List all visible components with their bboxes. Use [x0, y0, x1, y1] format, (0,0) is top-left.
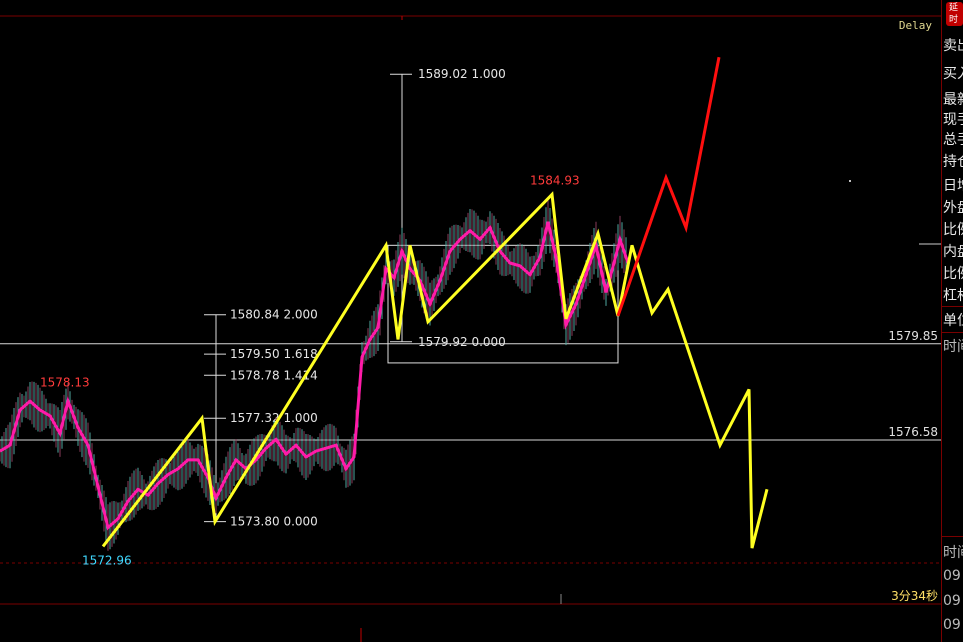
- side-panel-row: 持仓: [943, 154, 963, 170]
- price-line-label: 1579.85: [888, 329, 938, 343]
- series-line-2: [616, 56, 721, 317]
- dot-marker: [849, 180, 851, 182]
- price-line-label: 1576.58: [888, 425, 938, 439]
- side-panel-row: 09: [943, 593, 961, 609]
- side-panel-row: 卖出: [943, 38, 963, 54]
- side-panel-row: 最新: [943, 92, 963, 108]
- price-annotation: 1584.93: [530, 173, 580, 187]
- side-panel-row: 比例: [943, 266, 963, 282]
- side-panel-row: 日增: [943, 178, 963, 194]
- side-panel-divider: [942, 332, 963, 333]
- series-layer: [0, 56, 769, 551]
- side-panel-row: 09: [943, 568, 961, 584]
- side-panel-row: 时间: [943, 545, 963, 561]
- side-panel-row: 时间: [943, 339, 963, 355]
- side-panel-divider: [942, 536, 963, 537]
- delay-badge: 延时: [946, 2, 963, 26]
- side-panel-row: 买入: [943, 66, 963, 82]
- price-annotation: 1572.96: [82, 553, 132, 567]
- price-chart: 1579.85 1576.58 1580.84 2.000 1579.50 1.61…: [0, 15, 941, 642]
- fib-right-label: 1589.02 1.000: [418, 67, 506, 81]
- fib-left-label: 1573.80 0.000: [230, 515, 318, 529]
- fib-left-label: 1579.50 1.618: [230, 347, 318, 361]
- side-panel-row: 外盘: [943, 200, 963, 216]
- timer-label: 3分34秒: [891, 589, 938, 603]
- side-panel-row: 现手: [943, 112, 963, 128]
- side-panel-row: 内盘: [943, 244, 963, 260]
- price-annotation: 1578.13: [40, 375, 90, 389]
- fib-right-label: 1579.92 0.000: [418, 335, 506, 349]
- side-panel-row: 总手: [943, 132, 963, 148]
- series-line-1: [101, 191, 769, 549]
- delay-label: Delay: [899, 19, 932, 32]
- side-panel-row: 比例: [943, 222, 963, 238]
- side-panel-divider: [942, 306, 963, 307]
- fib-left-label: 1580.84 2.000: [230, 308, 318, 322]
- chart-frame: [0, 15, 941, 642]
- side-panel-row: 09: [943, 617, 961, 633]
- side-panel-row: 单位: [943, 313, 963, 329]
- quote-side-panel: 卖出买入最新现手总手持仓日增外盘比例内盘比例杠杆单位时间时间090909: [941, 0, 963, 642]
- side-panel-row: 杠杆: [943, 288, 963, 304]
